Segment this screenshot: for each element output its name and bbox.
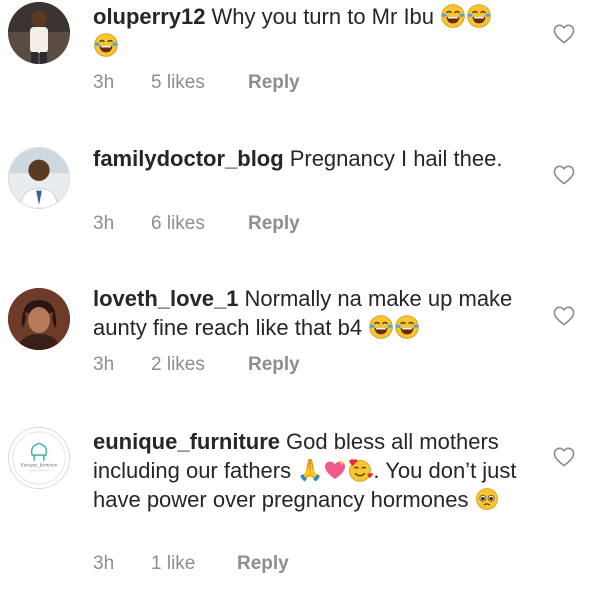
avatar[interactable] — [8, 147, 70, 209]
comment-username[interactable]: oluperry12 — [93, 4, 206, 29]
comment-text: oluperry12 Why you turn to Mr Ibu — [93, 2, 543, 60]
comment-body: Why you turn to Mr Ibu — [211, 4, 435, 29]
heart-outline-icon — [553, 165, 575, 185]
smiling-face-with-hearts-icon — [349, 459, 374, 482]
comment-likes[interactable]: 5 likes — [151, 72, 248, 94]
comment-meta: 3h 2 likes Reply — [93, 354, 300, 376]
face-with-tears-of-joy-icon — [440, 3, 466, 29]
avatar[interactable]: Eunique_furniture — [8, 427, 70, 489]
reply-button[interactable]: Reply — [248, 213, 300, 235]
comment-username[interactable]: familydoctor_blog — [93, 146, 284, 171]
comment-time: 3h — [93, 72, 115, 93]
like-button[interactable] — [553, 306, 575, 326]
reply-button[interactable]: Reply — [237, 553, 289, 575]
avatar[interactable] — [8, 288, 70, 350]
comment-likes[interactable]: 6 likes — [151, 213, 248, 235]
comment-likes[interactable]: 1 like — [151, 553, 237, 575]
comment-text: loveth_love_1 Normally na make up make au… — [93, 284, 543, 342]
comment-body: Pregnancy I hail thee. — [289, 146, 503, 171]
comment-username[interactable]: loveth_love_1 — [93, 286, 239, 311]
avatar[interactable] — [8, 2, 70, 64]
heart-outline-icon — [553, 306, 575, 326]
like-button[interactable] — [553, 24, 575, 44]
comment-item: familydoctor_blog Pregnancy I hail thee. … — [0, 110, 596, 250]
comment-item: loveth_love_1 Normally na make up make au… — [0, 250, 596, 390]
comment-time: 3h — [93, 354, 115, 375]
avatar-logo-text: Eunique_furniture — [20, 464, 59, 469]
comment-text: familydoctor_blog Pregnancy I hail thee. — [93, 144, 543, 173]
comment-username[interactable]: eunique_furniture — [93, 429, 280, 454]
face-with-tears-of-joy-icon — [368, 314, 394, 340]
folded-hands-icon: 🙏 — [297, 458, 324, 482]
reply-button[interactable]: Reply — [248, 354, 300, 376]
comment-time: 3h — [93, 553, 115, 574]
comment-meta: 3h 5 likes Reply — [93, 72, 300, 94]
like-button[interactable] — [553, 165, 575, 185]
sparkling-heart-icon — [325, 460, 346, 480]
heart-outline-icon — [553, 24, 575, 44]
comment-item: Eunique_furniture eunique_furniture God b… — [0, 390, 596, 602]
face-with-tears-of-joy-icon — [394, 314, 420, 340]
reply-button[interactable]: Reply — [248, 72, 300, 94]
comment-text: eunique_furniture God bless all mothers i… — [93, 427, 543, 514]
comment-likes[interactable]: 2 likes — [151, 354, 248, 376]
comment-time: 3h — [93, 213, 115, 234]
face-with-tears-of-joy-icon — [93, 32, 119, 58]
comment-meta: 3h 1 like Reply — [93, 553, 289, 575]
face-with-tears-of-joy-icon — [466, 3, 492, 29]
like-button[interactable] — [553, 447, 575, 467]
heart-outline-icon — [553, 447, 575, 467]
comment-meta: 3h 6 likes Reply — [93, 213, 300, 235]
pleading-face-icon — [475, 488, 498, 511]
comment-item: oluperry12 Why you turn to Mr Ibu 3h 5 lik… — [0, 0, 596, 110]
